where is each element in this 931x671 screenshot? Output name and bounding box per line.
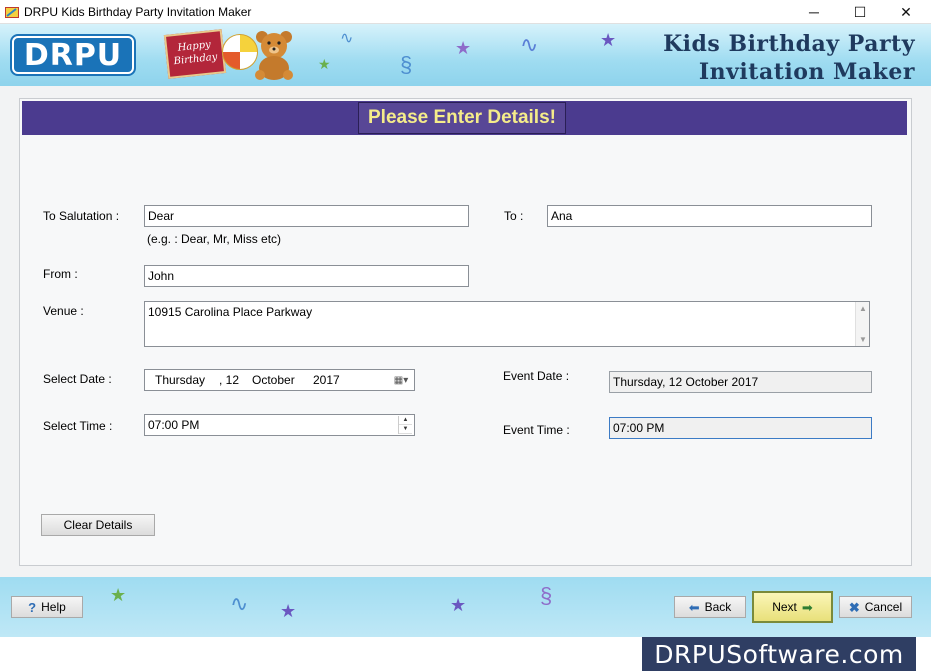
- salutation-input[interactable]: Dear: [144, 205, 469, 227]
- venue-text: 10915 Carolina Place Parkway: [148, 305, 313, 319]
- window-title: DRPU Kids Birthday Party Invitation Make…: [24, 5, 252, 19]
- back-label: Back: [704, 600, 732, 614]
- event-date-label: Event Date :: [503, 369, 570, 383]
- from-input[interactable]: John: [144, 265, 469, 287]
- cancel-button[interactable]: ✖ Cancel: [839, 596, 912, 618]
- scroll-down-icon[interactable]: ▼: [859, 335, 867, 344]
- salutation-label: To Salutation :: [43, 209, 120, 223]
- back-button[interactable]: ⬅ Back: [674, 596, 746, 618]
- cancel-label: Cancel: [864, 600, 903, 614]
- clear-details-button[interactable]: Clear Details: [41, 514, 155, 536]
- date-year[interactable]: 2017: [313, 373, 340, 387]
- main-area: Please Enter Details! To Salutation : De…: [0, 86, 931, 577]
- salutation-hint: (e.g. : Dear, Mr, Miss etc): [147, 232, 282, 246]
- close-button[interactable]: ✕: [883, 0, 929, 24]
- calendar-icon: ▦▾: [393, 374, 409, 386]
- star-decoration-icon: ★: [450, 595, 467, 615]
- event-time-label: Event Time :: [503, 423, 570, 437]
- select-time-label: Select Time :: [43, 419, 113, 433]
- time-value: 07:00 PM: [148, 418, 200, 432]
- select-date-label: Select Date :: [43, 372, 112, 386]
- details-panel: Please Enter Details! To Salutation : De…: [19, 98, 912, 566]
- app-title-banner: Kids Birthday Party Invitation Maker: [663, 31, 915, 85]
- date-weekday[interactable]: Thursday: [155, 373, 205, 387]
- streamer-decoration-icon: §: [400, 52, 413, 77]
- next-button[interactable]: Next ➡: [752, 591, 833, 623]
- calendar-dropdown-button[interactable]: ▦▾: [390, 372, 412, 388]
- brand-watermark: DRPUSoftware.com: [642, 637, 916, 671]
- time-spinner[interactable]: ▲ ▼: [398, 416, 412, 434]
- venue-label: Venue :: [43, 304, 84, 318]
- teddy-bear-image: [255, 31, 293, 80]
- to-label: To :: [504, 209, 524, 223]
- streamer-decoration-icon: ∿: [520, 32, 539, 57]
- event-date-field: Thursday, 12 October 2017: [609, 371, 872, 393]
- star-decoration-icon: ★: [110, 585, 127, 605]
- event-time-field: 07:00 PM: [609, 417, 872, 439]
- date-picker[interactable]: Thursday , 12 October 2017 ▦▾: [144, 369, 415, 391]
- from-label: From :: [43, 267, 78, 281]
- star-decoration-icon: ★: [600, 30, 617, 50]
- star-decoration-icon: ★: [280, 601, 297, 621]
- date-day[interactable]: , 12: [219, 373, 239, 387]
- help-button[interactable]: ? Help: [11, 596, 83, 618]
- venue-textarea[interactable]: 10915 Carolina Place Parkway ▲ ▼: [144, 301, 870, 347]
- streamer-decoration-icon: ∿: [340, 30, 354, 47]
- header-banner: ★ ★ ∿ § ∿ ★ DRPU Happy Birthday Kids Bir…: [0, 24, 931, 86]
- to-input[interactable]: Ana: [547, 205, 872, 227]
- streamer-decoration-icon: ∿: [230, 591, 249, 616]
- help-label: Help: [41, 600, 66, 614]
- arrow-left-icon: ⬅: [688, 599, 700, 615]
- cross-icon: ✖: [848, 599, 860, 615]
- next-label: Next: [772, 600, 797, 614]
- spin-up-icon[interactable]: ▲: [399, 416, 412, 425]
- maximize-button[interactable]: ☐: [837, 0, 883, 24]
- arrow-right-icon: ➡: [801, 599, 813, 615]
- footer-bar: ★ ★ ★ ∿ § ? Help ⬅ Back Next ➡ ✖ Cancel: [0, 577, 931, 637]
- birthday-card-image: Happy Birthday: [163, 29, 227, 79]
- title-bar: DRPU Kids Birthday Party Invitation Make…: [0, 0, 931, 24]
- scroll-up-icon[interactable]: ▲: [859, 304, 867, 313]
- venue-scrollbar[interactable]: ▲ ▼: [855, 302, 869, 346]
- date-month[interactable]: October: [252, 373, 295, 387]
- app-icon: [5, 7, 19, 18]
- minimize-button[interactable]: ─: [791, 0, 837, 24]
- drpu-logo: DRPU: [12, 36, 134, 74]
- star-decoration-icon: ★: [318, 56, 331, 72]
- spin-down-icon[interactable]: ▼: [399, 425, 412, 434]
- streamer-decoration-icon: §: [540, 583, 553, 608]
- clear-details-label: Clear Details: [63, 518, 133, 532]
- section-header-bar: Please Enter Details!: [22, 101, 907, 135]
- time-picker[interactable]: 07:00 PM ▲ ▼: [144, 414, 415, 436]
- star-decoration-icon: ★: [455, 38, 472, 58]
- question-icon: ?: [28, 599, 37, 615]
- section-header: Please Enter Details!: [358, 102, 566, 134]
